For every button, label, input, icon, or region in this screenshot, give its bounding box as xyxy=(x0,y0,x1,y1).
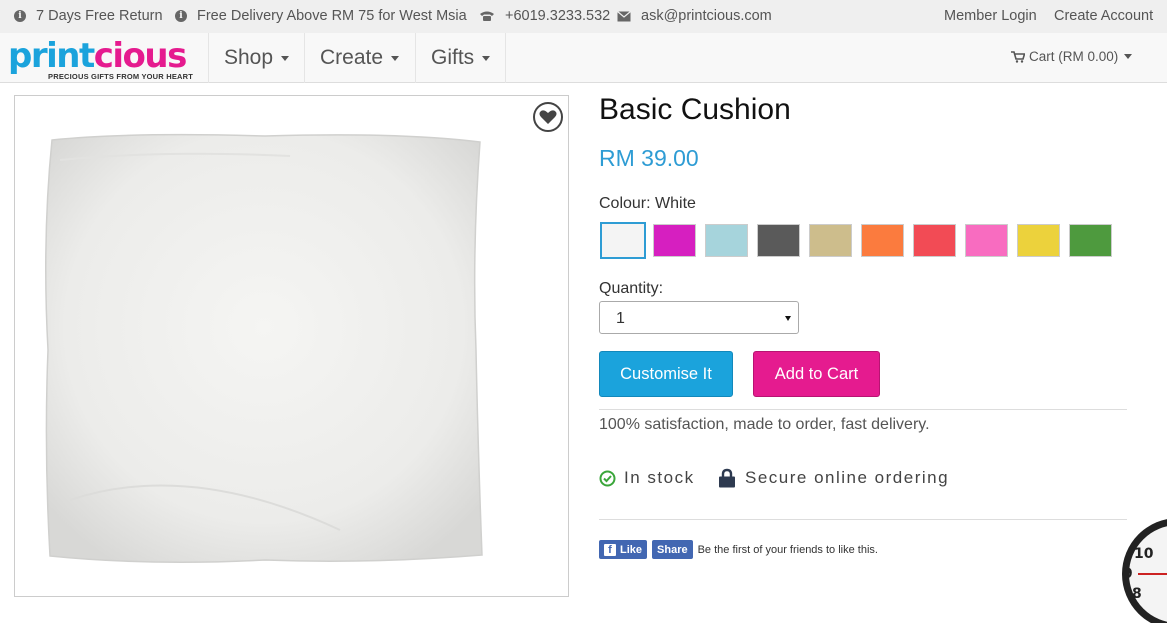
heart-icon xyxy=(539,110,557,124)
svg-text:printcious: printcious xyxy=(8,37,186,76)
cart-icon xyxy=(1011,50,1025,63)
colour-swatch-light-blue[interactable] xyxy=(705,224,748,257)
product-title: Basic Cushion xyxy=(599,93,791,126)
facebook-like-text: Be the first of your friends to like thi… xyxy=(697,543,878,556)
quantity-label: Quantity: xyxy=(599,280,664,297)
facebook-like-label: Like xyxy=(620,543,643,556)
logo-tagline: PRECIOUS GIFTS FROM YOUR HEART xyxy=(48,72,194,81)
facebook-social: f Like Share Be the first of your friend… xyxy=(599,540,878,559)
phone-text: +6019.3233.532 xyxy=(505,8,611,24)
colour-swatch-yellow[interactable] xyxy=(1017,224,1060,257)
main-nav: printcious PRECIOUS GIFTS FROM YOUR HEAR… xyxy=(0,33,1167,83)
info-icon: i xyxy=(175,10,187,22)
create-account-link[interactable]: Create Account xyxy=(1054,8,1153,24)
colour-swatch-magenta[interactable] xyxy=(653,224,696,257)
colour-label: Colour: White xyxy=(599,195,696,212)
facebook-share-label: Share xyxy=(657,543,688,556)
wishlist-button[interactable] xyxy=(533,102,563,132)
colour-swatches xyxy=(600,222,1121,259)
divider xyxy=(599,409,1127,410)
in-stock-status: In stock xyxy=(599,468,695,488)
colour-swatch-khaki[interactable] xyxy=(809,224,852,257)
svg-text:10: 10 xyxy=(1134,546,1154,562)
chevron-down-icon xyxy=(281,55,290,61)
secure-text: Secure online ordering xyxy=(745,468,950,487)
dropdown-arrow-icon xyxy=(785,316,791,321)
svg-text:8: 8 xyxy=(1132,586,1142,602)
menu-shop[interactable]: Shop xyxy=(208,33,304,83)
colour-swatch-pink[interactable] xyxy=(965,224,1008,257)
phone-info: +6019.3233.532 xyxy=(479,8,610,24)
returns-info: i 7 Days Free Return xyxy=(14,8,163,24)
menu-shop-label: Shop xyxy=(224,46,274,69)
menu-create[interactable]: Create xyxy=(304,33,414,83)
chevron-down-icon xyxy=(391,55,400,61)
member-login-wrap: Member Login xyxy=(944,8,1037,24)
facebook-like-button[interactable]: f Like xyxy=(599,540,648,559)
secure-ordering: Secure online ordering xyxy=(718,468,949,488)
cart-label: Cart (RM 0.00) xyxy=(1029,49,1119,64)
customise-it-button[interactable]: Customise It xyxy=(599,351,733,397)
cart-button[interactable]: Cart (RM 0.00) xyxy=(1011,49,1133,64)
menu-create-label: Create xyxy=(320,46,384,69)
info-icon: i xyxy=(14,10,26,22)
chevron-down-icon xyxy=(482,55,491,61)
clock-icon: 10 9 8 xyxy=(1122,519,1167,623)
cushion-product-image xyxy=(45,133,483,563)
lock-icon xyxy=(719,468,735,488)
delivery-info: i Free Delivery Above RM 75 for West Msi… xyxy=(175,8,467,24)
product-price: RM 39.00 xyxy=(599,145,699,171)
satisfaction-text: 100% satisfaction, made to order, fast d… xyxy=(599,416,930,433)
colour-swatch-orange[interactable] xyxy=(861,224,904,257)
add-to-cart-button[interactable]: Add to Cart xyxy=(753,351,880,397)
colour-swatch-green[interactable] xyxy=(1069,224,1112,257)
colour-swatch-white[interactable] xyxy=(600,222,646,259)
create-account-wrap: Create Account xyxy=(1054,8,1153,24)
menu-gifts[interactable]: Gifts xyxy=(415,33,507,83)
phone-icon xyxy=(479,10,495,22)
colour-swatch-dark-grey[interactable] xyxy=(757,224,800,257)
svg-text:9: 9 xyxy=(1123,566,1133,582)
delivery-text: Free Delivery Above RM 75 for West Msia xyxy=(197,8,467,24)
colour-swatch-red[interactable] xyxy=(913,224,956,257)
envelope-icon xyxy=(617,10,631,22)
printcious-logo[interactable]: printcious PRECIOUS GIFTS FROM YOUR HEAR… xyxy=(8,36,203,81)
email-info: ask@printcious.com xyxy=(617,8,772,24)
member-login-link[interactable]: Member Login xyxy=(944,8,1037,24)
chevron-down-icon xyxy=(1124,54,1133,59)
returns-text: 7 Days Free Return xyxy=(36,8,163,24)
facebook-icon: f xyxy=(604,543,616,556)
check-circle-icon xyxy=(599,470,616,486)
email-link[interactable]: ask@printcious.com xyxy=(641,8,772,24)
quantity-select[interactable]: 1 xyxy=(599,301,799,334)
facebook-share-button[interactable]: Share xyxy=(652,540,693,559)
in-stock-text: In stock xyxy=(624,468,695,487)
top-info-bar: i 7 Days Free Return i Free Delivery Abo… xyxy=(0,0,1167,33)
menu-gifts-label: Gifts xyxy=(431,46,475,69)
divider xyxy=(599,519,1127,520)
quantity-value: 1 xyxy=(616,310,625,327)
